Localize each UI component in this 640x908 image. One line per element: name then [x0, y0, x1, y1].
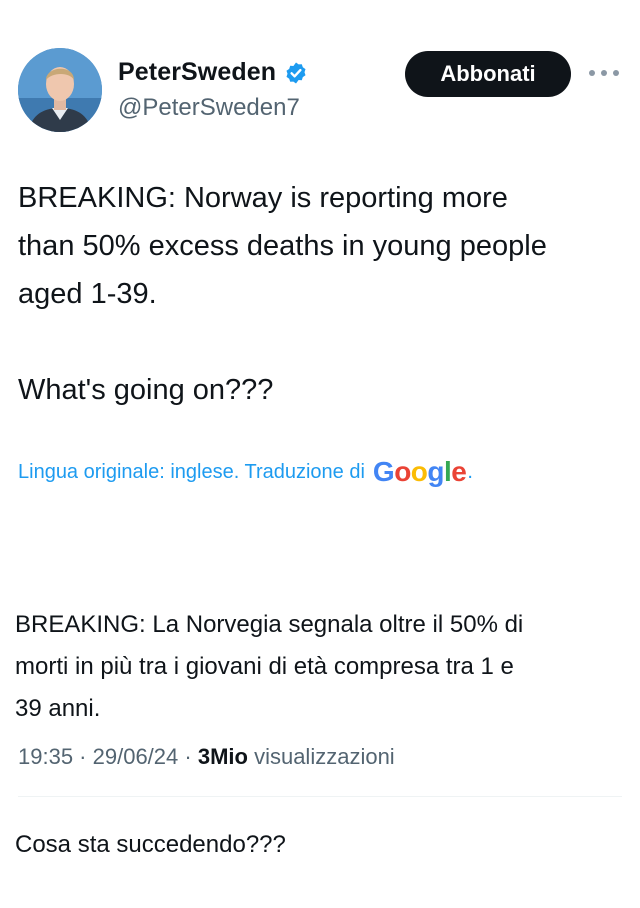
divider	[18, 796, 622, 797]
views-count: 3Mio	[197, 744, 248, 769]
verified-badge-icon	[286, 62, 306, 83]
avatar-portrait-icon	[18, 48, 102, 132]
translated-paragraph: BREAKING: La Norvegia segnala oltre il 5…	[15, 611, 524, 722]
tweet-date[interactable]: 29/06/24	[93, 744, 179, 769]
tweet-time[interactable]: 19:35	[18, 744, 73, 769]
avatar[interactable]	[18, 48, 102, 132]
more-options-icon[interactable]	[589, 64, 619, 82]
meta-separator: ·	[178, 744, 198, 769]
follow-button[interactable]: Abbonati	[405, 51, 571, 97]
more-dot	[613, 70, 619, 76]
tweet-text: BREAKING: Norway is reporting more than …	[18, 182, 547, 406]
more-dot	[601, 70, 607, 76]
author-display-name[interactable]: PeterSweden	[118, 58, 276, 87]
meta-separator: ·	[73, 744, 93, 769]
tweet-meta: 19:35 · 29/06/24 · 3Mio visualizzazioni	[18, 744, 395, 770]
translation-note-period: .	[467, 460, 473, 483]
translation-note[interactable]: Lingua originale: inglese. Traduzione di…	[18, 458, 473, 486]
translated-text: BREAKING: La Norvegia segnala oltre il 5…	[15, 520, 635, 908]
translated-paragraph: Cosa sta succedendo???	[15, 831, 286, 858]
translation-note-text: Lingua originale: inglese. Traduzione di	[18, 460, 365, 483]
author-name-row: PeterSweden	[118, 58, 308, 87]
tweet-header: PeterSweden @PeterSweden7 Abbonati	[0, 0, 640, 140]
google-logo: Google	[372, 456, 467, 487]
author-handle[interactable]: @PeterSweden7	[118, 94, 300, 122]
more-dot	[589, 70, 595, 76]
views-label: visualizzazioni	[254, 744, 395, 769]
